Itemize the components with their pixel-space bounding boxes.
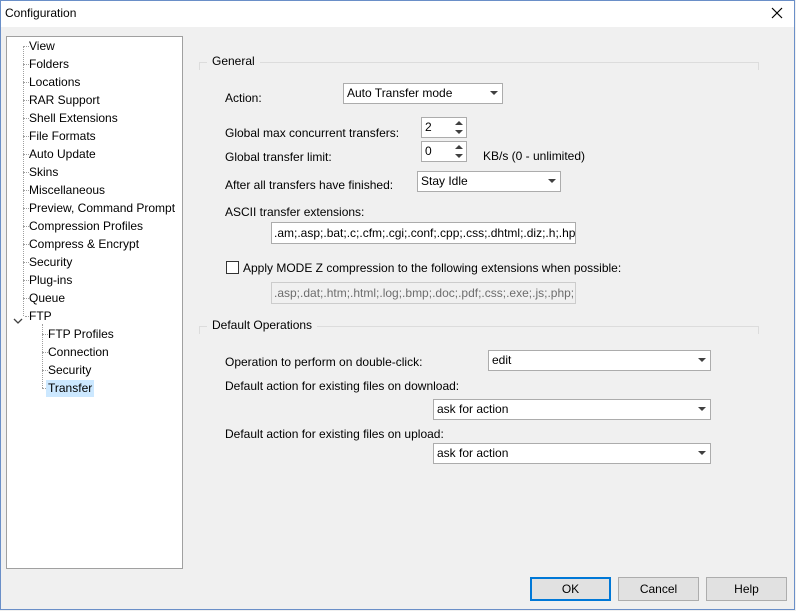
- configuration-dialog: Configuration View Folders Locations RAR…: [0, 0, 795, 610]
- action-dropdown[interactable]: Auto Transfer mode: [343, 83, 503, 104]
- group-border: [758, 327, 759, 334]
- chevron-down-icon: [548, 179, 556, 183]
- default-operations-legend: Default Operations: [207, 318, 318, 332]
- tree-item-miscellaneous[interactable]: Miscellaneous: [27, 182, 107, 199]
- tree-item-compress-encrypt[interactable]: Compress & Encrypt: [27, 236, 141, 253]
- modez-checkbox[interactable]: [226, 261, 239, 274]
- action-label: Action:: [225, 91, 262, 105]
- decrement-icon[interactable]: [451, 152, 466, 161]
- transfer-limit-value: 0: [425, 144, 432, 158]
- title-bar: Configuration: [1, 1, 794, 27]
- tree-item-locations[interactable]: Locations: [27, 74, 82, 91]
- group-border: [199, 63, 200, 70]
- tree-item-ftp[interactable]: FTP: [27, 308, 54, 325]
- stepper-buttons: [451, 118, 466, 137]
- general-group: General: [199, 54, 759, 70]
- tree-item-folders[interactable]: Folders: [27, 56, 71, 73]
- after-transfers-label: After all transfers have finished:: [225, 178, 394, 192]
- tree-connector: [23, 46, 24, 316]
- group-border: [199, 327, 200, 334]
- increment-icon[interactable]: [451, 118, 466, 127]
- upload-action-value: ask for action: [437, 446, 509, 460]
- max-concurrent-label: Global max concurrent transfers:: [225, 126, 400, 140]
- group-border: [758, 63, 759, 70]
- download-action-dropdown[interactable]: ask for action: [433, 399, 711, 420]
- help-button[interactable]: Help: [706, 577, 787, 601]
- modez-extensions-value: .asp;.dat;.htm;.html;.log;.bmp;.doc;.pdf…: [274, 286, 576, 300]
- increment-icon[interactable]: [451, 142, 466, 151]
- transfer-limit-label: Global transfer limit:: [225, 150, 332, 164]
- download-action-label: Default action for existing files on dow…: [225, 379, 460, 393]
- max-concurrent-value: 2: [425, 120, 432, 134]
- tree-item-skins[interactable]: Skins: [27, 164, 60, 181]
- after-transfers-dropdown[interactable]: Stay Idle: [417, 171, 561, 192]
- collapse-chevron-icon[interactable]: [13, 315, 23, 325]
- close-icon[interactable]: [766, 2, 788, 24]
- transfer-limit-unit: KB/s (0 - unlimited): [483, 149, 586, 163]
- tree-item-ftp-profiles[interactable]: FTP Profiles: [46, 326, 116, 343]
- tree-item-shell-extensions[interactable]: Shell Extensions: [27, 110, 120, 127]
- window-title: Configuration: [5, 6, 77, 20]
- max-concurrent-stepper[interactable]: 2: [421, 117, 467, 138]
- chevron-down-icon: [490, 91, 498, 95]
- chevron-down-icon: [698, 451, 706, 455]
- tree-item-view[interactable]: View: [27, 38, 57, 55]
- action-value: Auto Transfer mode: [347, 86, 453, 100]
- settings-tree[interactable]: View Folders Locations RAR Support Shell…: [6, 36, 183, 569]
- double-click-dropdown[interactable]: edit: [488, 350, 711, 371]
- cancel-button[interactable]: Cancel: [618, 577, 699, 601]
- chevron-down-icon: [698, 358, 706, 362]
- tree-item-security[interactable]: Security: [27, 254, 74, 271]
- ascii-label: ASCII transfer extensions:: [225, 205, 365, 219]
- tree-item-connection[interactable]: Connection: [46, 344, 111, 361]
- tree-item-file-formats[interactable]: File Formats: [27, 128, 98, 145]
- tree-item-plug-ins[interactable]: Plug-ins: [27, 272, 74, 289]
- tree-item-compression-profiles[interactable]: Compression Profiles: [27, 218, 145, 235]
- download-action-value: ask for action: [437, 402, 509, 416]
- double-click-value: edit: [492, 353, 512, 367]
- default-operations-group: Default Operations: [199, 318, 759, 334]
- tree-item-ftp-security[interactable]: Security: [46, 362, 93, 379]
- modez-extensions-input[interactable]: .asp;.dat;.htm;.html;.log;.bmp;.doc;.pdf…: [271, 282, 576, 304]
- tree-item-preview-command-prompt[interactable]: Preview, Command Prompt: [27, 200, 177, 217]
- general-legend: General: [207, 54, 260, 68]
- tree-item-auto-update[interactable]: Auto Update: [27, 146, 98, 163]
- ok-button[interactable]: OK: [530, 577, 611, 601]
- chevron-down-icon: [698, 407, 706, 411]
- transfer-limit-stepper[interactable]: 0: [421, 141, 467, 162]
- ascii-extensions-input[interactable]: .am;.asp;.bat;.c;.cfm;.cgi;.conf;.cpp;.c…: [271, 222, 576, 244]
- tree-item-transfer[interactable]: Transfer: [46, 380, 95, 397]
- ascii-extensions-value: .am;.asp;.bat;.c;.cfm;.cgi;.conf;.cpp;.c…: [274, 226, 576, 240]
- after-transfers-value: Stay Idle: [421, 174, 468, 188]
- tree-item-rar-support[interactable]: RAR Support: [27, 92, 102, 109]
- modez-label: Apply MODE Z compression to the followin…: [243, 261, 622, 275]
- double-click-label: Operation to perform on double-click:: [225, 355, 423, 369]
- decrement-icon[interactable]: [451, 128, 466, 137]
- upload-action-label: Default action for existing files on upl…: [225, 427, 444, 441]
- stepper-buttons: [451, 142, 466, 161]
- tree-item-queue[interactable]: Queue: [27, 290, 67, 307]
- upload-action-dropdown[interactable]: ask for action: [433, 443, 711, 464]
